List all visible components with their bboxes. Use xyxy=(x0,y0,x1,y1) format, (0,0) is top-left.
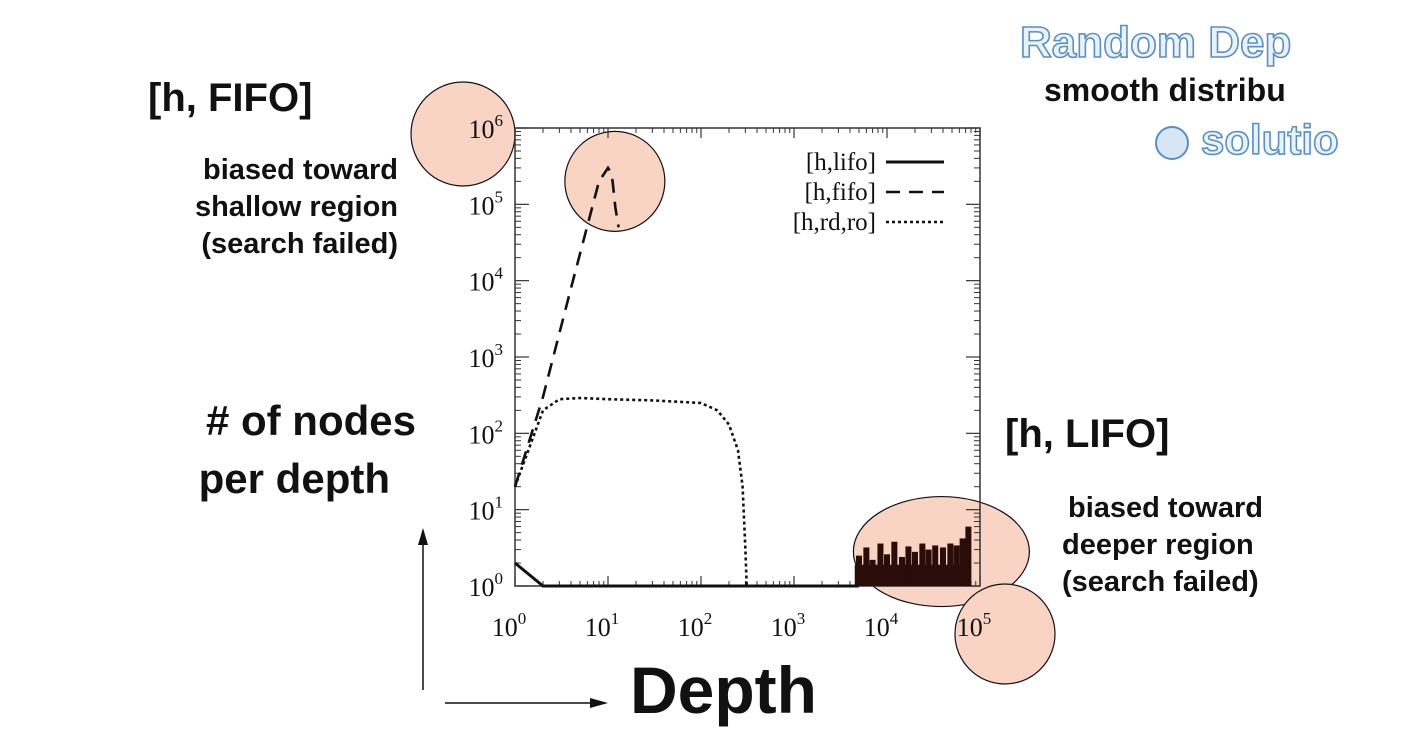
lifo-spike xyxy=(884,554,890,586)
lifo-spike xyxy=(891,541,898,586)
y-tick-label: 103 xyxy=(469,340,504,373)
lifo-spike xyxy=(939,547,946,586)
highlight-circles xyxy=(410,81,1056,685)
lifo-spike xyxy=(947,543,954,586)
legend-label: [h,fifo] xyxy=(805,179,877,206)
lifo-title: [h, LIFO] xyxy=(1005,412,1170,456)
x-tick-label: 104 xyxy=(864,609,899,642)
lifo-spike xyxy=(932,545,939,586)
x-arrow-head xyxy=(590,698,608,708)
y-tick-label: 102 xyxy=(469,416,504,449)
lifo-spike xyxy=(959,538,966,586)
lifo-spike xyxy=(863,547,870,586)
fifo-title: [h, FIFO] xyxy=(148,76,313,120)
random-depth-bullet-text: solutio xyxy=(1200,115,1339,164)
random-depth-bullet: solutio xyxy=(1155,115,1339,164)
x-axis-label: Depth xyxy=(630,653,817,727)
lifo-note-line-3: (search failed) xyxy=(1062,566,1259,598)
y-axis-label-line-1: # of nodes xyxy=(205,397,416,444)
bullet-icon xyxy=(1155,125,1189,160)
y-axis-label-line-2: per depth xyxy=(198,455,390,502)
legend-label: [h,lifo] xyxy=(806,149,876,176)
fifo-note-line-3: (search failed) xyxy=(201,228,398,260)
x-tick-label: 102 xyxy=(678,609,713,642)
y-tick-label: 100 xyxy=(469,569,504,602)
series-h-rd-ro xyxy=(513,396,748,587)
lifo-spike xyxy=(899,556,906,586)
y-tick-label: 101 xyxy=(469,493,504,526)
lifo-spike xyxy=(905,546,912,586)
legend: [h,lifo] [h,fifo] [h,rd,ro] xyxy=(793,149,944,236)
lifo-spike xyxy=(919,543,926,586)
lifo-spike xyxy=(953,545,960,586)
fifo-note-line-1: biased toward xyxy=(203,154,398,186)
x-tick-label: 101 xyxy=(585,609,620,642)
x-tick-label: 100 xyxy=(492,609,527,642)
lifo-note: biased toward deeper region (search fail… xyxy=(1062,490,1362,601)
highlight-y-tick-1e6 xyxy=(410,81,516,187)
lifo-spike xyxy=(869,559,876,586)
lifo-spike xyxy=(965,526,972,586)
lifo-note-line-1: biased toward xyxy=(1068,492,1263,524)
y-arrow-head xyxy=(418,528,428,545)
fifo-note: biased toward shallow region (search fai… xyxy=(90,152,398,263)
y-tick-label: 104 xyxy=(469,264,504,297)
x-tick-label: 103 xyxy=(771,609,806,642)
y-tick-label: 105 xyxy=(469,187,504,220)
random-depth-subtitle: smooth distribu xyxy=(1044,72,1286,108)
y-axis-label: # of nodes per depth xyxy=(110,392,416,508)
lifo-spike xyxy=(925,549,932,586)
lifo-spike xyxy=(911,551,918,586)
lifo-spike xyxy=(856,555,863,586)
lifo-note-line-2: deeper region xyxy=(1062,529,1254,561)
legend-label: [h,rd,ro] xyxy=(793,209,876,236)
highlight-fifo-peak xyxy=(564,130,666,232)
lifo-spike xyxy=(877,543,884,586)
fifo-note-line-2: shallow region xyxy=(194,191,398,223)
random-depth-title: Random Dep xyxy=(1019,17,1292,68)
